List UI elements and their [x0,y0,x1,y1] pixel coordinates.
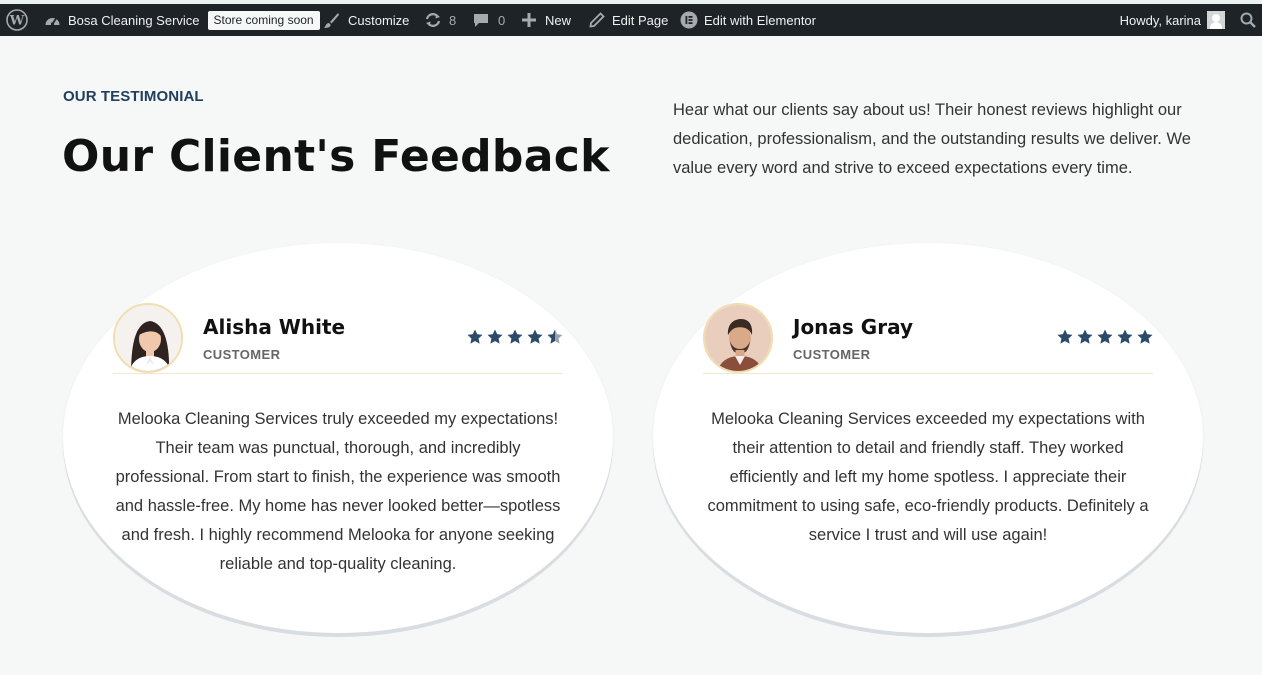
customer-avatar [703,303,773,373]
pencil-icon [589,12,605,28]
card-divider [703,373,1153,374]
store-coming-soon-badge[interactable]: Store coming soon [207,10,320,30]
star-icon [1117,329,1133,344]
comment-icon [473,12,489,28]
svg-text:W: W [9,14,25,29]
wordpress-logo-button[interactable]: W [6,4,28,36]
card-divider [113,373,563,374]
comments-count: 0 [498,12,506,28]
search-icon [1240,12,1256,28]
updates-icon [424,12,442,28]
customer-avatar [113,303,183,373]
star-icon [487,329,503,344]
customer-name: Jonas Gray [793,315,913,339]
comments-button[interactable]: 0 [473,4,505,36]
edit-with-elementor-button[interactable]: Edit with Elementor [680,4,816,36]
testimonial-card: Jonas Gray CUSTOMER Melooka Cleaning Ser… [653,243,1203,633]
site-name: Bosa Cleaning Service [68,12,200,28]
star-icon [1077,329,1093,344]
star-rating [467,329,563,345]
dashboard-icon [44,13,61,28]
star-icon [1097,329,1113,344]
customize-button[interactable]: Customize [323,4,409,36]
customer-role: CUSTOMER [203,347,281,362]
star-icon [1137,329,1153,344]
updates-button[interactable]: 8 [424,4,456,36]
section-intro: Hear what our clients say about us! Thei… [673,101,1191,177]
edit-elementor-label: Edit with Elementor [704,12,816,28]
elementor-icon [680,11,698,29]
my-account-menu[interactable]: Howdy, karina [1120,4,1225,36]
section-heading: Our Client's Feedback [62,131,610,182]
customize-label: Customize [348,12,410,28]
section-eyebrow: OUR TESTIMONIAL [63,88,204,105]
testimonial-card: Alisha White CUSTOMER Melooka Cleaning S… [63,243,613,633]
user-avatar-icon [1207,11,1225,29]
star-icon [527,329,543,344]
man-portrait-icon [705,305,771,371]
star-rating [1057,329,1153,345]
customer-name: Alisha White [203,315,346,339]
star-icon [1057,329,1073,344]
testimonial-quote: Melooka Cleaning Services truly exceeded… [115,410,561,573]
howdy-label: Howdy, karina [1119,12,1201,28]
new-content-button[interactable]: New [522,4,571,36]
paintbrush-icon [323,12,340,29]
search-button[interactable] [1240,4,1256,36]
star-icon [547,329,563,344]
new-label: New [545,12,572,28]
updates-count: 8 [449,12,457,28]
site-name-menu[interactable]: Bosa Cleaning Service Store coming soon [44,4,320,36]
edit-page-label: Edit Page [612,12,669,28]
star-icon [467,329,483,344]
testimonial-quote: Melooka Cleaning Services exceeded my ex… [707,410,1149,544]
plus-icon [522,13,536,27]
woman-portrait-icon [115,305,181,371]
wordpress-icon: W [6,9,28,31]
edit-page-button[interactable]: Edit Page [589,4,668,36]
star-icon [507,329,523,344]
wp-admin-bar: W Bosa Cleaning Service Store coming soo… [0,4,1262,36]
customer-role: CUSTOMER [793,347,871,362]
